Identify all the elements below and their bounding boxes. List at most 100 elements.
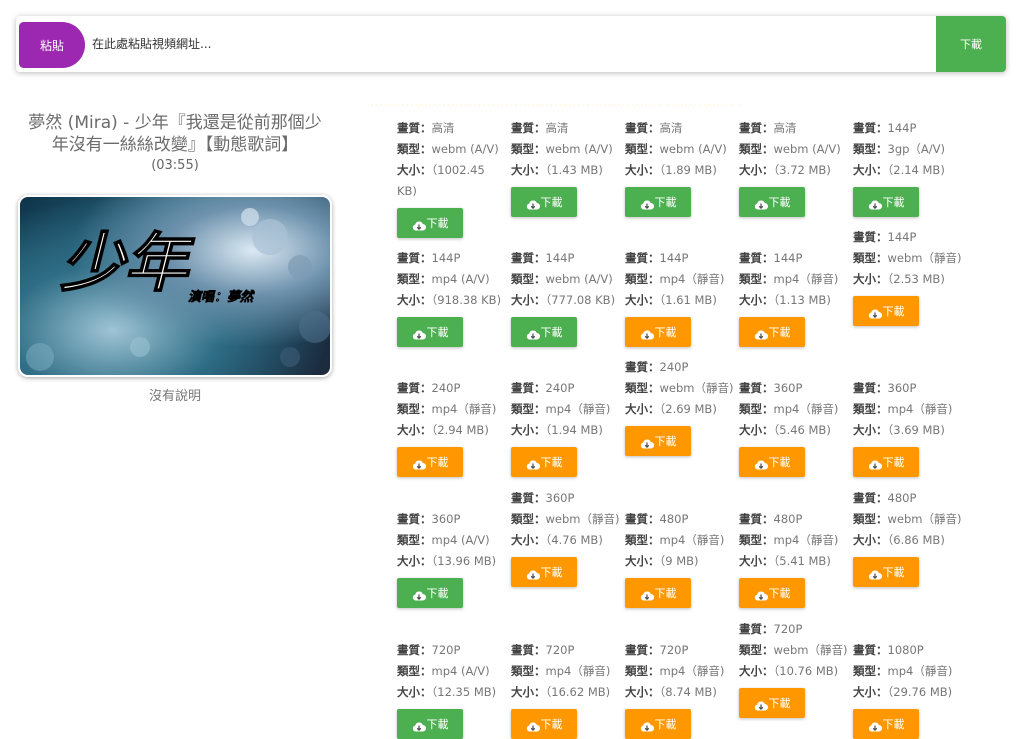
- quality-value: 360P: [887, 381, 917, 395]
- quality-label: 畫質：: [739, 512, 774, 526]
- size-value: （3.72 MB): [773, 163, 831, 177]
- quality-label: 畫質：: [397, 512, 432, 526]
- quality-label: 畫質：: [625, 643, 660, 657]
- format-download-button[interactable]: 下載: [511, 317, 577, 347]
- size-value: （4.76 MB): [545, 533, 603, 547]
- quality-label: 畫質：: [739, 381, 774, 395]
- download-label: 下載: [882, 717, 905, 731]
- format-card: 畫質：144P 類型：mp4（靜音) 大小：（1.61 MB) 下載: [625, 248, 735, 347]
- format-download-button[interactable]: 下載: [625, 187, 691, 217]
- format-size: 大小：（16.62 MB): [511, 682, 621, 703]
- quality-label: 畫質：: [853, 230, 888, 244]
- format-quality: 畫質：1080P: [853, 640, 963, 661]
- cloud-download-icon: [868, 309, 882, 319]
- format-card: 畫質：高清 類型：webm (A/V) 大小：（1.89 MB) 下載: [625, 118, 735, 217]
- format-download-button[interactable]: 下載: [511, 447, 577, 477]
- type-value: mp4 (A/V): [431, 533, 490, 547]
- size-label: 大小：: [511, 423, 546, 437]
- quality-value: 720P: [431, 643, 461, 657]
- format-download-button[interactable]: 下載: [853, 296, 919, 326]
- format-download-button[interactable]: 下載: [625, 317, 691, 347]
- format-download-button[interactable]: 下載: [397, 447, 463, 477]
- format-download-button[interactable]: 下載: [511, 709, 577, 739]
- type-label: 類型：: [397, 272, 432, 286]
- format-download-button[interactable]: 下載: [853, 557, 919, 587]
- size-label: 大小：: [625, 554, 660, 568]
- format-download-button[interactable]: 下載: [397, 317, 463, 347]
- paste-button[interactable]: 粘貼: [19, 22, 85, 68]
- format-download-button[interactable]: 下載: [511, 187, 577, 217]
- size-label: 大小：: [511, 293, 546, 307]
- download-label: 下載: [426, 586, 449, 600]
- format-download-button[interactable]: 下載: [853, 187, 919, 217]
- format-download-button[interactable]: 下載: [625, 426, 691, 456]
- format-card: 畫質：144P 類型：webm (A/V) 大小：（777.08 KB) 下載: [511, 248, 621, 347]
- download-label: 下載: [654, 717, 677, 731]
- quality-value: 480P: [773, 512, 803, 526]
- format-type: 類型：webm (A/V): [511, 139, 621, 160]
- format-card: 畫質：480P 類型：webm（靜音) 大小：（6.86 MB) 下載: [853, 488, 963, 587]
- quality-label: 畫質：: [511, 491, 546, 505]
- download-label: 下載: [654, 325, 677, 339]
- type-label: 類型：: [511, 142, 546, 156]
- format-download-button[interactable]: 下載: [739, 578, 805, 608]
- format-quality: 畫質：144P: [511, 248, 621, 269]
- format-card: 畫質：高清 類型：webm (A/V) 大小：（1.43 MB) 下載: [511, 118, 621, 217]
- type-value: webm（靜音): [659, 381, 734, 395]
- format-download-button[interactable]: 下載: [853, 447, 919, 477]
- download-label: 下載: [426, 325, 449, 339]
- type-label: 類型：: [625, 142, 660, 156]
- quality-value: 360P: [773, 381, 803, 395]
- size-label: 大小：: [739, 423, 774, 437]
- type-label: 類型：: [397, 402, 432, 416]
- quality-label: 畫質：: [625, 512, 660, 526]
- quality-label: 畫質：: [511, 121, 546, 135]
- quality-value: 高清: [545, 121, 569, 135]
- format-download-button[interactable]: 下載: [397, 208, 463, 238]
- format-size: 大小：（10.76 MB): [739, 661, 849, 682]
- format-size: 大小：（13.96 MB): [397, 551, 507, 572]
- type-label: 類型：: [625, 664, 660, 678]
- format-quality: 畫質：144P: [853, 118, 963, 139]
- type-value: mp4（靜音): [659, 533, 725, 547]
- format-download-button[interactable]: 下載: [739, 187, 805, 217]
- format-download-button[interactable]: 下載: [739, 317, 805, 347]
- size-value: （1.13 MB): [773, 293, 831, 307]
- format-download-button[interactable]: 下載: [625, 578, 691, 608]
- size-label: 大小：: [853, 533, 888, 547]
- quality-value: 240P: [431, 381, 461, 395]
- size-label: 大小：: [625, 163, 660, 177]
- size-value: （8.74 MB): [659, 685, 717, 699]
- type-value: mp4（靜音): [773, 272, 839, 286]
- format-size: 大小：（2.53 MB): [853, 269, 963, 290]
- format-size: 大小：（3.69 MB): [853, 420, 963, 441]
- format-quality: 畫質：240P: [625, 357, 735, 378]
- format-card: 畫質：240P 類型：mp4（靜音) 大小：（1.94 MB) 下載: [511, 378, 621, 477]
- format-download-button[interactable]: 下載: [511, 557, 577, 587]
- format-download-button[interactable]: 下載: [397, 578, 463, 608]
- quality-label: 畫質：: [511, 381, 546, 395]
- type-label: 類型：: [853, 664, 888, 678]
- cloud-download-icon: [640, 591, 654, 601]
- format-download-button[interactable]: 下載: [397, 709, 463, 739]
- cloud-download-icon: [868, 722, 882, 732]
- format-download-button[interactable]: 下載: [625, 709, 691, 739]
- type-label: 類型：: [739, 533, 774, 547]
- format-size: 大小：（1.13 MB): [739, 290, 849, 311]
- cloud-download-icon: [526, 570, 540, 580]
- video-duration: (03:55): [151, 158, 199, 173]
- format-type: 類型：webm（靜音): [853, 509, 963, 530]
- format-card: 畫質：360P 類型：mp4（靜音) 大小：（3.69 MB) 下載: [853, 378, 963, 477]
- type-label: 類型：: [397, 533, 432, 547]
- format-size: 大小：（29.76 MB): [853, 682, 963, 703]
- format-quality: 畫質：144P: [625, 248, 735, 269]
- type-value: mp4 (A/V): [431, 272, 490, 286]
- format-download-button[interactable]: 下載: [739, 447, 805, 477]
- size-label: 大小：: [625, 293, 660, 307]
- format-download-button[interactable]: 下載: [853, 709, 919, 739]
- format-download-button[interactable]: 下載: [739, 688, 805, 718]
- format-type: 類型：webm（靜音): [511, 509, 621, 530]
- size-value: （9 MB): [659, 554, 699, 568]
- format-quality: 畫質：480P: [853, 488, 963, 509]
- type-value: webm（靜音): [773, 643, 848, 657]
